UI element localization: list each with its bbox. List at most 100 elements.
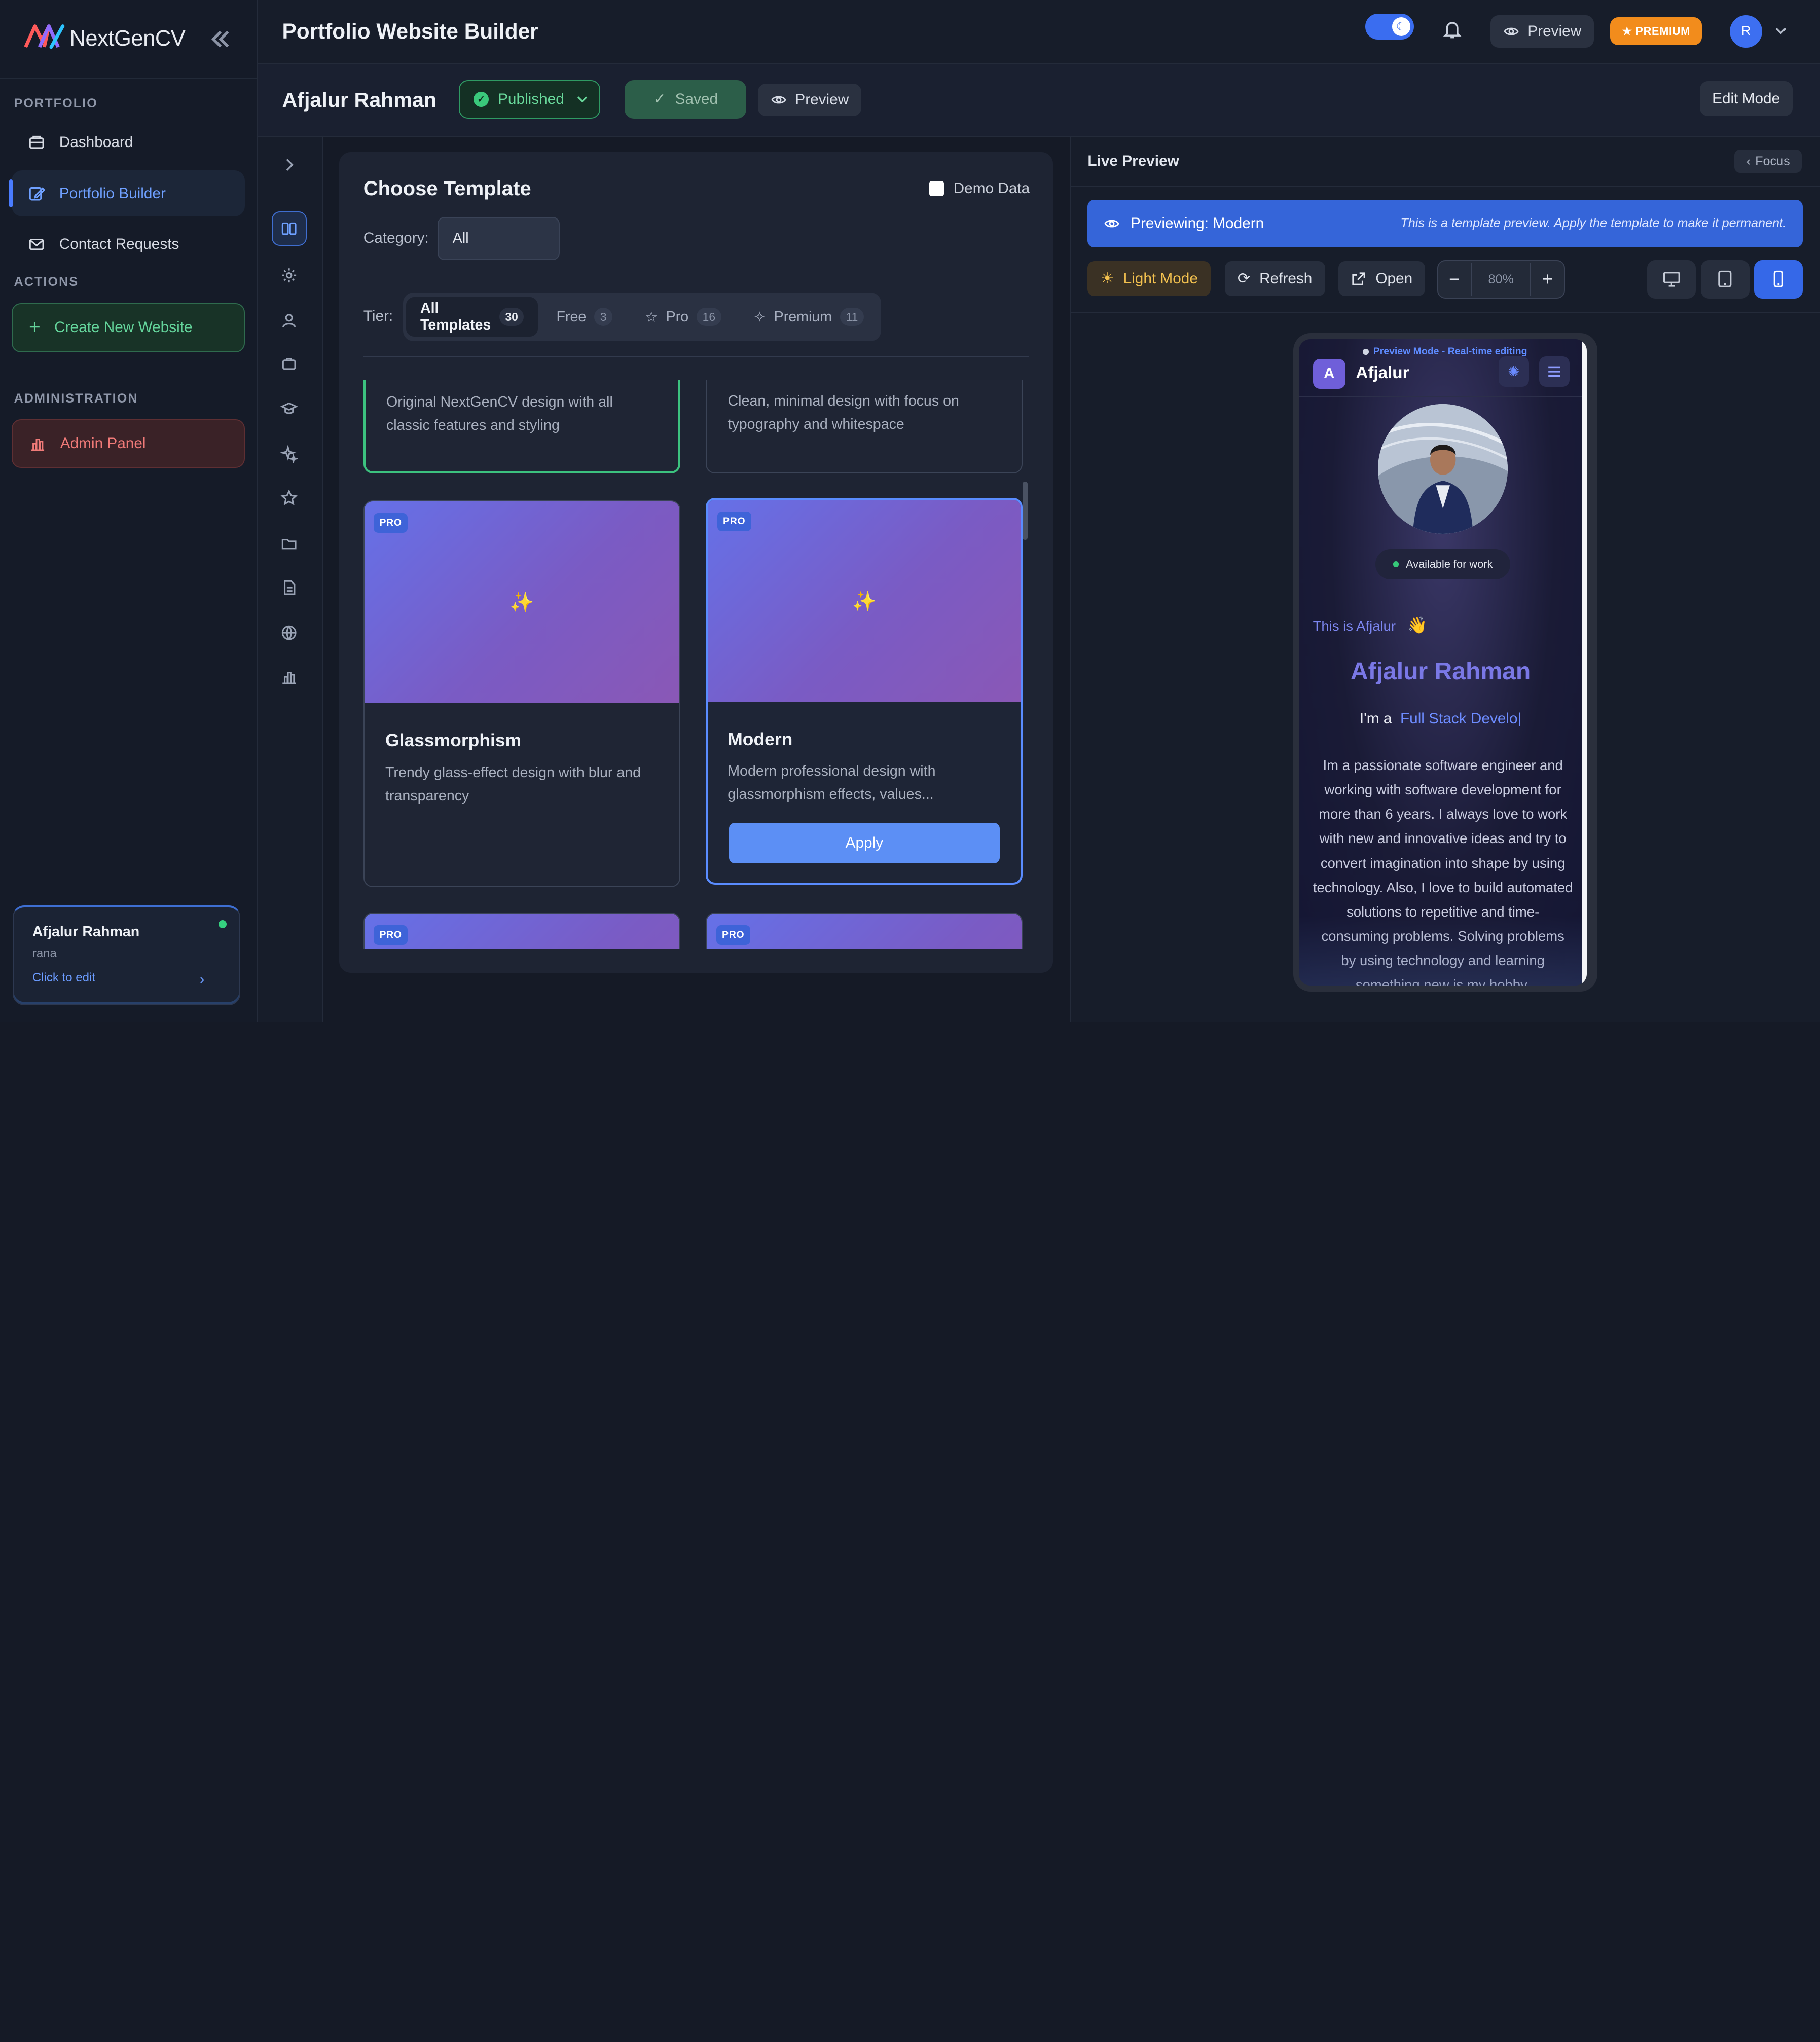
sub-bar: Afjalur Rahman ✓ Published ✓ Saved Previ…	[258, 63, 1820, 137]
zoom-in-button[interactable]: +	[1531, 263, 1563, 296]
live-preview-panel: Live Preview ‹ Focus Previewing: Modern …	[1070, 137, 1820, 1022]
actions-section-title: ACTIONS	[14, 274, 79, 289]
sidebar-item-dashboard[interactable]: Dashboard	[12, 119, 245, 166]
hamburger-menu-icon[interactable]	[1539, 356, 1570, 387]
greeting: This is Afjalur 👋	[1313, 615, 1428, 635]
sparkle-icon: ✨	[509, 592, 534, 614]
refresh-label: Refresh	[1259, 270, 1313, 287]
template-description: Clean, minimal design with focus on typo…	[727, 393, 959, 432]
demo-data-checkbox[interactable]: Demo Data	[929, 180, 1030, 197]
template-scrollbar[interactable]	[1023, 482, 1028, 540]
saved-button[interactable]: ✓ Saved	[625, 80, 747, 119]
sidebar-item-label: Contact Requests	[59, 236, 179, 253]
preview-button[interactable]: Preview	[758, 83, 862, 116]
tier-tab-label: Premium	[774, 308, 832, 325]
refresh-button[interactable]: ⟳ Refresh	[1224, 261, 1325, 296]
pro-badge: PRO	[374, 513, 408, 533]
chevron-down-icon[interactable]	[1774, 21, 1788, 42]
profile-icon[interactable]	[272, 303, 307, 338]
premium-label: PREMIUM	[1635, 24, 1690, 38]
category-select[interactable]: All	[438, 217, 560, 260]
education-icon[interactable]	[272, 391, 307, 426]
mobile-view-button[interactable]	[1754, 260, 1803, 299]
tier-tab-free[interactable]: Free 3	[542, 297, 626, 337]
apply-template-button[interactable]: Apply	[729, 823, 1000, 864]
tier-tab-all[interactable]: All Templates 30	[406, 297, 538, 337]
template-card-default[interactable]: Original NextGenCV design with all class…	[363, 379, 680, 474]
greeting-text: This is Afjalur	[1313, 617, 1396, 634]
page-title: Portfolio Website Builder	[282, 19, 538, 43]
hero-name: Afjalur Rahman	[1350, 658, 1531, 685]
sparkle-icon: ✧	[753, 309, 766, 325]
portfolio-owner-name: Afjalur Rahman	[282, 88, 437, 112]
phone-scrollbar[interactable]	[1582, 339, 1587, 986]
tier-count-badge: 3	[594, 308, 612, 326]
sidebar-item-contact-requests[interactable]: Contact Requests	[12, 222, 245, 268]
tier-tab-label: Pro	[666, 308, 689, 325]
folder-icon[interactable]	[272, 526, 307, 561]
create-new-website-label: Create New Website	[54, 319, 193, 336]
template-card-modern[interactable]: PRO ✨ Modern Modern professional design …	[706, 498, 1023, 885]
sidebar: NextGenCV PORTFOLIO Dashboard Portfolio …	[0, 0, 258, 1022]
star-icon[interactable]	[272, 481, 307, 516]
collapse-sidebar-icon[interactable]	[208, 26, 233, 52]
theme-toggle[interactable]: ☾	[1365, 14, 1414, 40]
template-chooser-panel: Choose Template Demo Data Category: All …	[339, 152, 1053, 973]
premium-badge[interactable]: ★ PREMIUM	[1610, 17, 1702, 46]
checkbox-icon[interactable]	[929, 181, 944, 196]
divider	[1071, 312, 1820, 314]
briefcase-icon[interactable]	[272, 346, 307, 381]
bio-fade-overlay	[1299, 916, 1587, 986]
focus-label: Focus	[1755, 154, 1790, 168]
templates-icon[interactable]	[271, 211, 307, 246]
pro-badge: PRO	[716, 925, 750, 945]
user-name: Afjalur Rahman	[32, 924, 140, 940]
preview-label: Preview	[795, 91, 849, 108]
sidebar-item-portfolio-builder[interactable]: Portfolio Builder	[9, 170, 245, 217]
template-card-glassmorphism[interactable]: PRO ✨ Glassmorphism Trendy glass-effect …	[363, 500, 680, 887]
saved-label: Saved	[675, 90, 718, 107]
click-to-edit-link[interactable]: Click to edit	[32, 971, 221, 985]
availability-badge: Available for work	[1375, 549, 1510, 579]
desktop-view-button[interactable]	[1647, 260, 1696, 299]
theme-icon[interactable]: ✺	[1499, 356, 1529, 387]
sparkles-icon[interactable]	[272, 436, 307, 471]
open-button[interactable]: Open	[1338, 261, 1426, 296]
preview-toolbar: ☀ Light Mode ⟳ Refresh Open − 80% +	[1087, 260, 1803, 299]
template-card-minimal[interactable]: Clean, minimal design with focus on typo…	[706, 379, 1023, 474]
editor-icon-rail	[258, 137, 323, 1022]
main-area: Portfolio Website Builder ☾ Preview ★ PR…	[258, 0, 1820, 1022]
tier-tab-premium[interactable]: ✧ Premium 11	[740, 297, 878, 337]
tier-tab-label: Free	[556, 308, 587, 325]
analytics-icon[interactable]	[272, 660, 307, 695]
notification-bell-icon[interactable]	[1442, 19, 1463, 44]
tier-tab-pro[interactable]: ☆ Pro 16	[631, 297, 736, 337]
user-profile-card[interactable]: Afjalur Rahman rana Click to edit ›	[13, 905, 241, 1006]
zoom-out-button[interactable]: −	[1438, 263, 1471, 296]
template-card[interactable]: PRO	[706, 912, 1023, 949]
app-root: NextGenCV PORTFOLIO Dashboard Portfolio …	[0, 0, 1820, 1022]
expand-panel-icon[interactable]	[272, 148, 307, 183]
user-handle: rana	[32, 946, 57, 960]
template-card[interactable]: PRO	[363, 912, 680, 949]
template-thumbnail: PRO ✨	[708, 500, 1021, 702]
hero-role: I'm a Full Stack Develo|	[1299, 710, 1582, 727]
portfolio-section-title: PORTFOLIO	[14, 96, 98, 111]
monitor-icon	[1663, 272, 1680, 287]
chevron-left-icon: ‹	[1746, 154, 1751, 168]
tablet-view-button[interactable]	[1700, 260, 1750, 299]
phone-screen: Preview Mode - Real-time editing A Afjal…	[1299, 339, 1587, 986]
admin-panel-button[interactable]: Admin Panel	[11, 419, 245, 468]
top-preview-button[interactable]: Preview	[1490, 15, 1594, 48]
create-new-website-button[interactable]: + Create New Website	[11, 303, 245, 352]
document-icon[interactable]	[272, 570, 307, 605]
publish-status-dropdown[interactable]: ✓ Published	[458, 80, 600, 119]
edit-mode-button[interactable]: Edit Mode	[1699, 81, 1793, 116]
user-avatar[interactable]: R	[1730, 15, 1763, 48]
light-mode-button[interactable]: ☀ Light Mode	[1087, 261, 1211, 296]
sparkle-icon: ✨	[852, 590, 877, 612]
site-logo: A	[1313, 358, 1345, 389]
globe-icon[interactable]	[272, 615, 307, 650]
settings-icon[interactable]	[272, 258, 307, 293]
focus-button[interactable]: ‹ Focus	[1734, 150, 1802, 173]
